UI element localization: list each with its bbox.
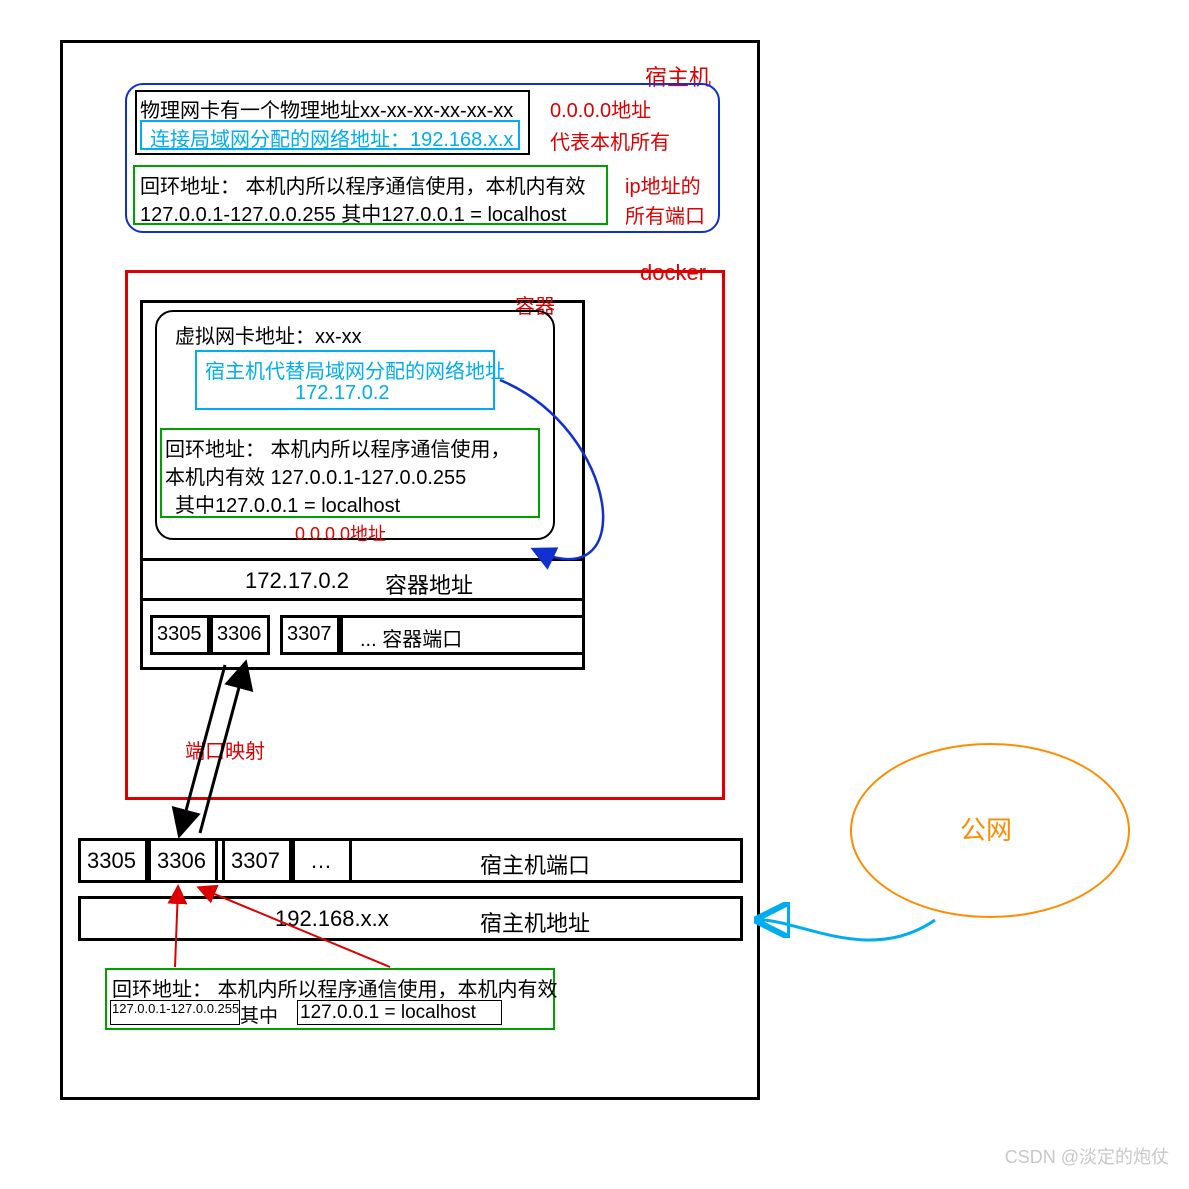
host-port-3306-t: 3306 — [157, 848, 206, 874]
watermark: CSDN @淡定的炮仗 — [1005, 1143, 1169, 1169]
container-zero-addr: 0.0.0.0地址 — [295, 520, 386, 546]
docker-label: docker — [640, 260, 706, 286]
right-note-1: 0.0.0.0地址 — [550, 94, 651, 123]
host-port-label: 宿主机端口 — [480, 848, 590, 880]
host-loop2: 127.0.0.1-127.0.0.255 其中127.0.0.1 = loca… — [140, 198, 566, 227]
vnic-text: 虚拟网卡地址：xx-xx — [175, 320, 362, 349]
container-addr-row — [140, 558, 585, 601]
nic-physical-text: 物理网卡有一个物理地址xx-xx-xx-xx-xx-xx — [140, 94, 513, 123]
right-note-2: 代表本机所有 — [550, 126, 670, 155]
host-loop-b1: 回环地址： 本机内所以程序通信使用，本机内有效 — [112, 973, 558, 1002]
lan-addr-text: 连接局域网分配的网络地址：192.168.x.x — [150, 123, 513, 152]
container-port-3307-t: 3307 — [287, 623, 332, 646]
container-port-3306-t: 3306 — [217, 623, 262, 646]
host-loop-localhost: 127.0.0.1 = localhost — [300, 1002, 476, 1024]
container-loop-3: 其中127.0.0.1 = localhost — [175, 489, 400, 518]
host-addr-label: 宿主机地址 — [480, 906, 590, 938]
right-note-4: 所有端口 — [625, 200, 705, 229]
host-alloc-2: 172.17.0.2 — [295, 382, 390, 405]
host-alloc-1: 宿主机代替局域网分配的网络地址 — [205, 355, 505, 384]
host-addr-row — [78, 896, 743, 941]
container-port-rest-t: ... 容器端口 — [360, 623, 462, 652]
host-loop-range: 127.0.0.1-127.0.0.255 — [112, 1001, 239, 1016]
container-loop-2: 本机内有效 127.0.0.1-127.0.0.255 — [165, 461, 466, 490]
container-addr-ip: 172.17.0.2 — [245, 568, 349, 594]
host-addr-ip: 192.168.x.x — [275, 906, 389, 932]
container-addr-label: 容器地址 — [385, 568, 473, 600]
host-port-3307-t: 3307 — [231, 848, 280, 874]
container-port-3305-t: 3305 — [157, 623, 202, 646]
container-loop-1: 回环地址： 本机内所以程序通信使用， — [165, 433, 511, 462]
host-loop-mid: 其中 — [240, 1001, 278, 1028]
host-port-rest-t: … — [310, 848, 332, 874]
blue-public-arrow — [760, 920, 935, 940]
public-net-label: 公网 — [960, 810, 1012, 847]
port-mapping-label: 端口映射 — [185, 735, 265, 764]
diagram-canvas: 宿主机 物理网卡有一个物理地址xx-xx-xx-xx-xx-xx 连接局域网分配… — [0, 0, 1189, 1189]
host-port-3305-t: 3305 — [87, 848, 136, 874]
host-loop1: 回环地址： 本机内所以程序通信使用，本机内有效 — [140, 170, 586, 199]
right-note-3: ip地址的 — [625, 170, 701, 199]
